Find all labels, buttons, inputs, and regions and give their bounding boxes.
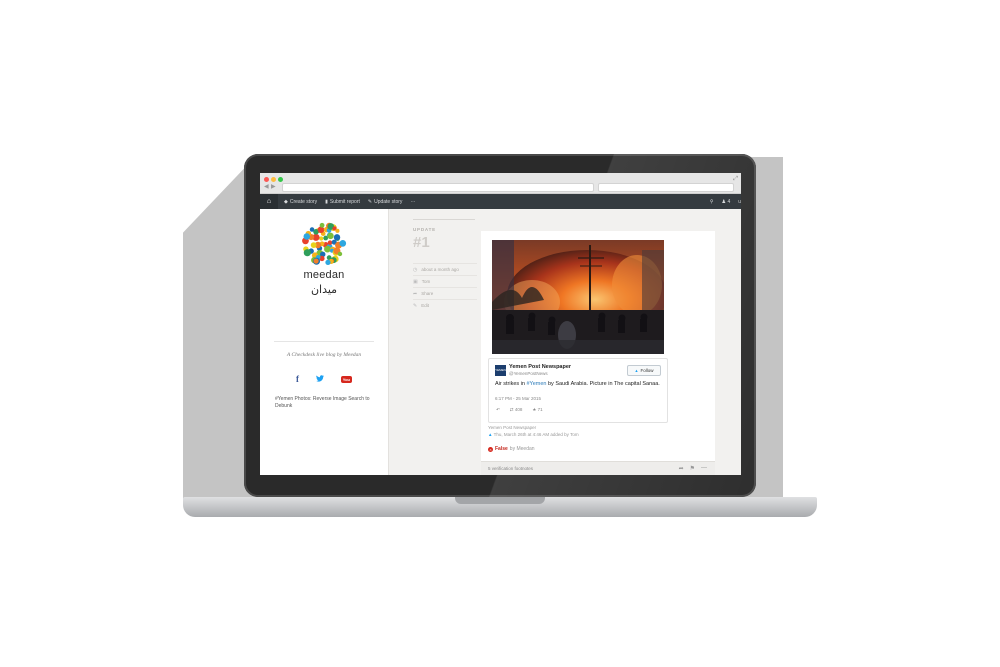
address-bar[interactable] [282,183,594,192]
browser-chrome: ◀ ▶ ⤢ [260,173,741,194]
laptop-screen: ◀ ▶ ⤢ ⌂ ◆ Create story ▮ Submit report ✎… [260,173,741,475]
bookmark-icon: ▮ [325,198,328,205]
tweet-actions: ↶ ⇄ 408 ★ 71 [496,407,543,413]
brand-name-arabic: ميدان [310,283,338,296]
sidebar: meedan ميدان A Checkdesk live blog by Me… [260,209,389,475]
embedded-tweet: YEMEN POST Yemen Post Newspaper @YemenPo… [488,358,668,423]
report-card: YEMEN POST Yemen Post Newspaper @YemenPo… [481,231,715,475]
notifications-button[interactable]: ♟ 4 [722,199,731,205]
user-icon: ♟ [721,198,727,205]
logo-dot [303,233,311,240]
report-photo[interactable] [492,240,664,354]
status-badge: False [495,446,508,452]
update-author[interactable]: ▣ Tom [413,275,477,287]
share-icon[interactable]: ➦ [679,465,684,472]
blog-tagline: A Checkdesk live blog by Meedan [286,352,362,358]
update-divider [413,219,475,220]
youtube-icon[interactable]: You [340,375,352,383]
pencil-icon: ✎ [367,198,373,205]
edit-icon: ✎ [413,302,418,309]
browser-search-field[interactable] [598,183,734,192]
update-label: UPDATE [413,227,436,232]
logo-dot [319,222,325,228]
follow-button[interactable]: ▲ Follow [627,365,661,376]
logo-dot [319,236,324,241]
tweet-timestamp[interactable]: 6:17 PM - 25 Mar 2015 [495,396,541,401]
logo-dot [313,258,319,264]
submit-report-link[interactable]: ▮ Submit report [325,199,360,205]
twitter-bird-icon: ▲ [634,368,639,373]
user-menu[interactable]: u [738,199,741,205]
report-added-info: ▲ Thu, March 26th at 4:46 AM added by To… [488,432,579,437]
footnotes-bar: 5 verification footnotes ➦ ⚑ — [481,461,715,475]
minimize-window-button[interactable] [271,177,276,182]
more-menu-button[interactable]: ··· [410,199,415,205]
update-time: ◷ about a month ago [413,263,477,275]
logo-dot [327,240,333,245]
update-story-link[interactable]: ✎ Update story [368,199,403,205]
twitter-icon[interactable] [315,374,324,384]
retweet-button[interactable]: ⇄ 408 [510,407,523,413]
clock-icon: ◷ [413,266,418,273]
logo-dot [324,245,331,253]
nav-right: ⚲ ♟ 4 u [710,194,741,209]
tweet-avatar[interactable]: YEMEN POST [495,365,506,383]
user-avatar-icon: ▣ [413,278,418,285]
meedan-logo[interactable] [299,219,349,269]
laptop-base-notch [455,497,545,504]
tweet-handle[interactable]: @YemenPostNews [509,371,548,376]
page-content: meedan ميدان A Checkdesk live blog by Me… [260,209,741,475]
logo-dot [325,259,331,266]
social-links: f You [296,374,352,384]
report-actions: ➦ ⚑ — [679,465,707,472]
top-navigation: ⌂ ◆ Create story ▮ Submit report ✎ Updat… [260,194,741,209]
facebook-icon[interactable]: f [296,374,299,384]
tweet-account-name[interactable]: Yemen Post Newspaper [509,364,571,370]
home-icon[interactable]: ⌂ [260,194,278,209]
back-arrow-icon[interactable]: ◀ [264,183,269,191]
logo-dot [310,242,317,248]
edit-button[interactable]: ✎ Edit [413,299,477,311]
verification-status: × False by Meedan [488,446,535,452]
logo-dot [339,240,347,247]
share-button[interactable]: ➦ Share [413,287,477,299]
retweet-icon: ⇄ [509,407,514,412]
flag-icon[interactable]: ⚑ [690,465,695,472]
logo-dot [337,251,343,257]
hashtag-link[interactable]: #Yemen [526,381,546,387]
more-icon[interactable]: — [701,465,707,472]
update-number: #1 [413,234,430,251]
logo-dot [335,228,340,233]
search-icon[interactable]: ⚲ [710,199,714,205]
create-story-link[interactable]: ◆ Create story [284,199,317,205]
logo-dot [327,232,334,240]
reply-icon[interactable]: ↶ [496,407,500,413]
false-status-icon: × [488,446,493,452]
sidebar-story-link[interactable]: #Yemen Photos: Reverse Image Search to D… [275,396,380,410]
verification-footnotes-link[interactable]: 5 verification footnotes [488,466,533,471]
brand-name: meedan [303,269,345,281]
main-column: UPDATE #1 ◷ about a month ago ▣ Tom ➦ Sh… [389,209,741,475]
star-icon: ★ [532,407,537,412]
twitter-icon: ▲ [488,432,493,437]
logo-dot [333,234,341,241]
favorite-button[interactable]: ★ 71 [532,407,542,413]
logo-dot [303,249,311,257]
share-icon: ➦ [413,290,418,297]
tag-icon: ◆ [284,198,288,205]
logo-dot [309,227,315,232]
tweet-text: Air strikes in #Yemen by Saudi Arabia. P… [495,381,660,387]
close-window-button[interactable] [264,177,269,182]
fullscreen-icon[interactable]: ⤢ [733,176,738,182]
sidebar-divider [274,341,374,342]
report-source[interactable]: Yemen Post Newspaper [488,425,536,430]
forward-arrow-icon[interactable]: ▶ [271,183,276,191]
maximize-window-button[interactable] [278,177,283,182]
